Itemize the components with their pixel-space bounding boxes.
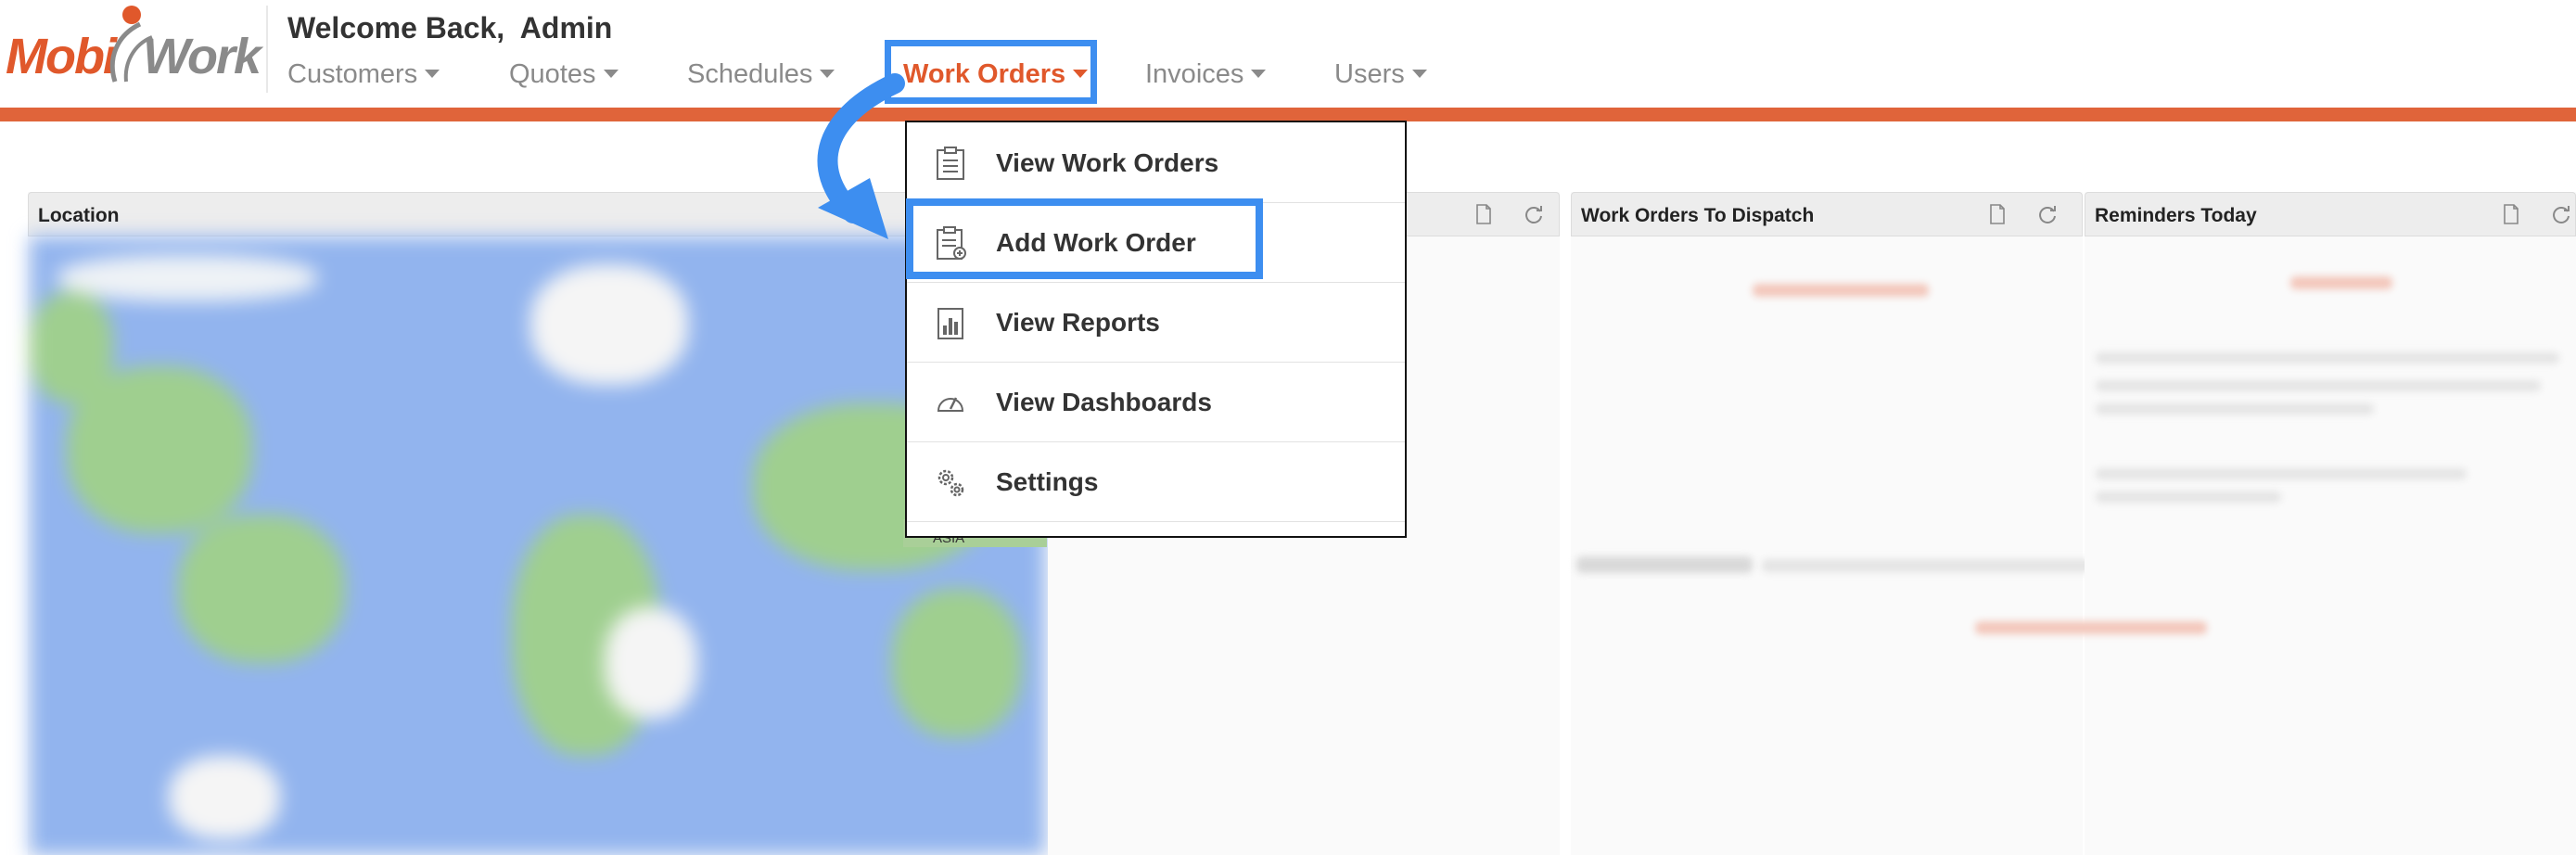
reminders-panel-header: Reminders Today [2085,192,2576,236]
nav-customers-label: Customers [287,59,418,89]
work-orders-dropdown-menu: View Work Orders Add Work Order View Rep… [905,121,1407,538]
header-accent-bar [0,108,2576,121]
header-divider [266,6,268,93]
caret-down-icon [1411,69,1427,78]
top-header: Mobi Work Welcome Back, Admin Customers … [0,0,2576,108]
document-icon[interactable] [2503,204,2519,224]
refresh-icon[interactable] [2037,204,2058,224]
welcome-message: Welcome Back, Admin [287,11,613,45]
nav-invoices[interactable]: Invoices [1145,59,1267,90]
dispatch-panel-title: Work Orders To Dispatch [1581,205,1815,226]
document-icon[interactable] [1475,204,1492,224]
location-map[interactable] [30,236,1045,855]
nav-quotes[interactable]: Quotes [509,59,618,90]
menu-item-view-work-orders-label: View Work Orders [996,148,1219,177]
location-panel-title: Location [38,205,120,226]
gauge-icon [937,397,964,412]
bar-chart-icon [937,308,963,339]
menu-item-settings-label: Settings [996,467,1099,496]
nav-customers[interactable]: Customers [287,59,440,90]
refresh-icon[interactable] [2551,204,2571,224]
gears-icon [937,469,964,497]
menu-item-view-reports-label: View Reports [996,308,1160,337]
caret-down-icon [1251,69,1267,78]
dispatch-panel-header: Work Orders To Dispatch [1571,192,2083,236]
add-work-order-highlight-box [906,198,1263,279]
nav-invoices-label: Invoices [1145,59,1244,89]
reminders-panel: Reminders Today [2085,192,2576,855]
menu-item-view-work-orders[interactable]: View Work Orders [907,123,1405,203]
caret-down-icon [425,69,440,78]
nav-users-label: Users [1334,59,1405,89]
logo-text-work: Work [143,29,261,84]
document-icon[interactable] [1989,204,2006,224]
caret-down-icon [603,69,618,78]
menu-item-view-dashboards-label: View Dashboards [996,388,1212,416]
nav-quotes-label: Quotes [509,59,596,89]
menu-item-settings[interactable]: Settings [907,442,1405,522]
refresh-icon[interactable] [1524,204,1544,224]
mobiwork-logo[interactable]: Mobi Work [6,6,261,89]
menu-item-view-dashboards[interactable]: View Dashboards [907,363,1405,442]
annotation-arrow-icon [817,73,905,239]
menu-item-view-reports[interactable]: View Reports [907,283,1405,363]
nav-users[interactable]: Users [1334,59,1427,90]
reminders-panel-title: Reminders Today [2095,205,2257,226]
logo-dot-icon [122,6,141,24]
